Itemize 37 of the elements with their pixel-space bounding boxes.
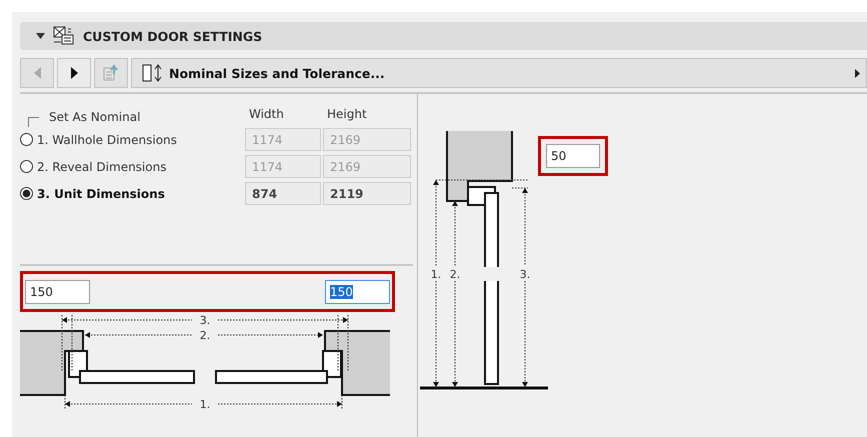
page-name: Nominal Sizes and Tolerance... <box>169 66 386 80</box>
right-triangle-icon <box>70 67 78 79</box>
height-field: 2169 <box>323 128 411 151</box>
option-label: 1. Wallhole Dimensions <box>37 132 177 146</box>
dimension-label: 1. <box>200 398 210 411</box>
selected-text: 150 <box>330 284 353 298</box>
page-dropdown[interactable]: Nominal Sizes and Tolerance... <box>131 58 867 88</box>
height-field: 2119 <box>323 182 411 205</box>
section-header[interactable]: CUSTOM DOOR SETTINGS <box>20 22 867 50</box>
forward-button[interactable] <box>57 58 91 88</box>
width-field: 1174 <box>245 155 321 178</box>
option-label: 3. Unit Dimensions <box>37 186 165 200</box>
door-settings-icon <box>53 26 75 46</box>
nominal-checkbox[interactable] <box>28 117 39 127</box>
section-title: CUSTOM DOOR SETTINGS <box>83 28 262 44</box>
width-field: 1174 <box>245 128 321 151</box>
dimension-label: 2. <box>450 268 460 281</box>
checkbox-label: Set As Nominal <box>49 110 140 124</box>
left-jamb-field[interactable]: 150 <box>25 280 90 304</box>
option-label: 2. Reveal Dimensions <box>37 160 166 174</box>
radio-button[interactable] <box>20 187 33 200</box>
column-header: Height <box>326 107 368 121</box>
dropdown-arrow-icon <box>855 68 860 78</box>
document-arrow-icon <box>102 64 120 82</box>
threshold-field[interactable]: 50 <box>546 144 600 168</box>
dimension-label: 2. <box>200 329 210 342</box>
door-height-icon <box>142 64 164 82</box>
left-triangle-icon <box>34 67 40 79</box>
column-header: Width <box>248 107 285 121</box>
radio-button[interactable] <box>20 160 33 173</box>
height-field: 2169 <box>323 155 411 178</box>
right-jamb-field[interactable]: 150 <box>325 280 390 304</box>
dimension-label: 3. <box>520 268 530 281</box>
dimension-label: 3. <box>200 314 210 327</box>
radio-button[interactable] <box>20 133 33 146</box>
dimension-label: 1. <box>430 268 442 281</box>
width-field: 874 <box>245 182 321 205</box>
